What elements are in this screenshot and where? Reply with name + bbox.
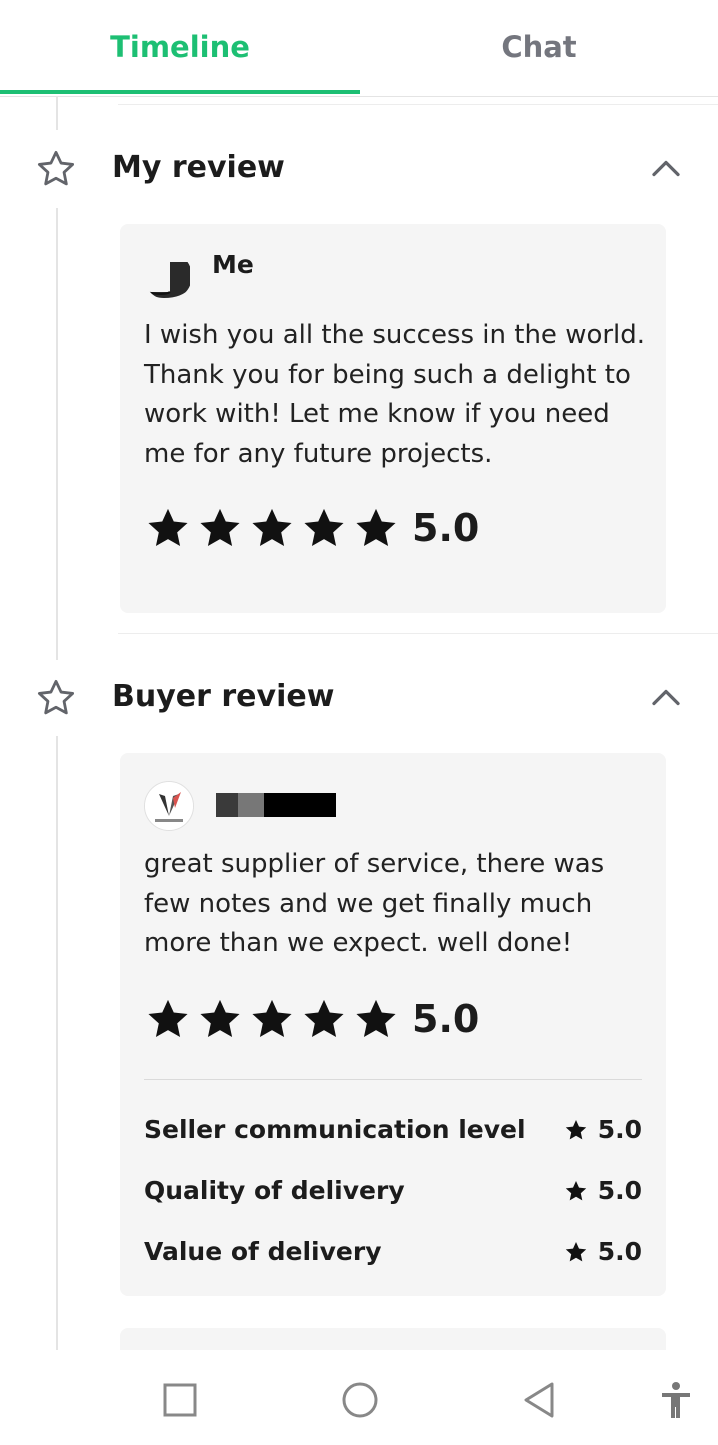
redacted-name (216, 793, 238, 817)
tab-timeline[interactable]: Timeline (0, 0, 360, 93)
star-rating (144, 505, 400, 551)
rating-value: 5.0 (412, 997, 480, 1041)
star-filled-icon (565, 1119, 586, 1139)
review-text: great supplier of service, there was few… (144, 849, 605, 958)
sub-rating-row: Seller communication level 5.0 (144, 1111, 642, 1151)
chevron-up-icon[interactable] (648, 681, 684, 711)
buyer-review-card: great supplier of service, there was few… (120, 753, 666, 1296)
recent-apps-icon[interactable] (160, 1380, 200, 1420)
chevron-up-icon[interactable] (648, 152, 684, 182)
star-filled-icon (200, 508, 240, 547)
sub-rating-value: 5.0 (597, 1237, 642, 1266)
sub-rating-label: Seller communication level (144, 1115, 526, 1144)
redacted-name (264, 793, 336, 817)
star-filled-icon (148, 999, 188, 1038)
star-filled-icon (356, 999, 396, 1038)
next-card (120, 1328, 666, 1350)
star-outline-icon (37, 679, 75, 715)
system-nav-bar (0, 1350, 718, 1445)
tab-chat[interactable]: Chat (360, 0, 718, 93)
rating-value: 5.0 (412, 506, 480, 550)
my-review-card: Me I wish you all the success in the wor… (120, 224, 666, 613)
rating-row: 5.0 (144, 504, 479, 552)
star-filled-icon (252, 999, 292, 1038)
sub-rating-score: 5.0 (564, 1115, 642, 1144)
star-filled-icon (565, 1180, 586, 1200)
divider (144, 1079, 642, 1080)
buyer-avatar (144, 781, 194, 831)
star-filled-icon (356, 508, 396, 547)
back-icon[interactable] (520, 1380, 560, 1420)
sub-rating-label: Quality of delivery (144, 1176, 405, 1205)
sub-rating-score: 5.0 (564, 1237, 642, 1266)
star-filled-icon (252, 508, 292, 547)
active-tab-indicator (0, 90, 360, 94)
redacted-name (238, 793, 264, 817)
accessibility-icon[interactable] (656, 1380, 696, 1420)
sub-rating-value: 5.0 (597, 1115, 642, 1144)
sub-rating-row: Quality of delivery 5.0 (144, 1172, 642, 1212)
sub-rating-score: 5.0 (564, 1176, 642, 1205)
sub-rating-label: Value of delivery (144, 1237, 382, 1266)
home-icon[interactable] (340, 1380, 380, 1420)
star-filled-icon (148, 508, 188, 547)
section-title: Buyer review (112, 679, 335, 714)
review-text: I wish you all the success in the world.… (144, 320, 646, 469)
star-rating (144, 996, 400, 1042)
timeline-line (56, 736, 58, 1350)
sub-rating-value: 5.0 (597, 1176, 642, 1205)
tab-bar: Timeline Chat (0, 0, 718, 97)
section-title: My review (112, 150, 285, 185)
timeline-line (56, 208, 58, 660)
buyer-review-header[interactable]: Buyer review (0, 667, 718, 727)
star-filled-icon (200, 999, 240, 1038)
star-filled-icon (304, 999, 344, 1038)
separator (118, 633, 718, 634)
star-outline-icon (37, 150, 75, 186)
star-filled-icon (304, 508, 344, 547)
review-author: Me (212, 250, 254, 279)
timeline-line (56, 96, 58, 130)
star-filled-icon (565, 1241, 586, 1261)
rating-row: 5.0 (144, 995, 479, 1043)
my-review-header[interactable]: My review (0, 138, 718, 198)
avatar (144, 252, 192, 300)
separator (118, 104, 718, 105)
sub-rating-row: Value of delivery 5.0 (144, 1233, 642, 1273)
